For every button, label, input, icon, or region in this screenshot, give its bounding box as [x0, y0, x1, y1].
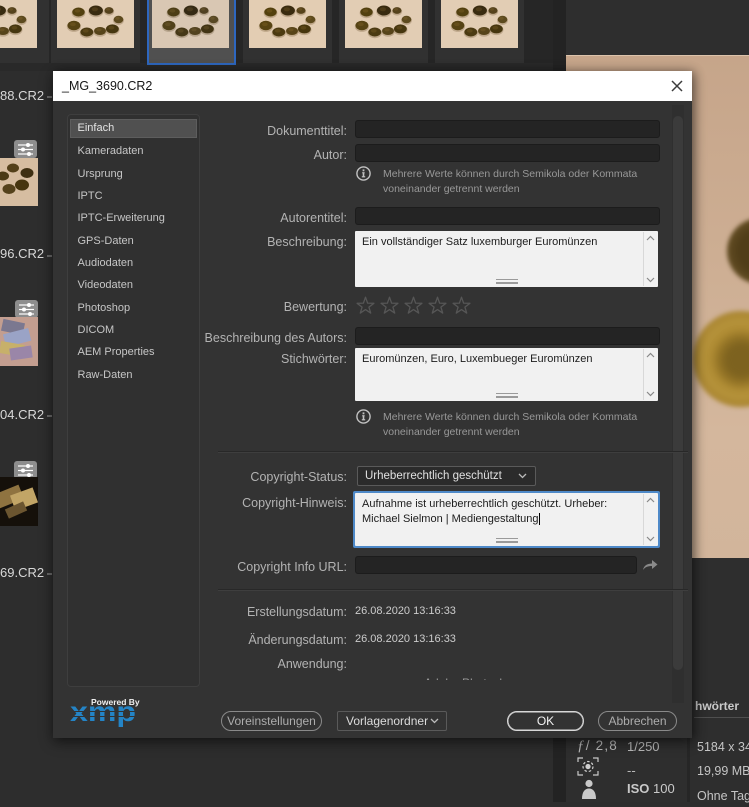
svg-text:xmp: xmp — [70, 700, 136, 727]
